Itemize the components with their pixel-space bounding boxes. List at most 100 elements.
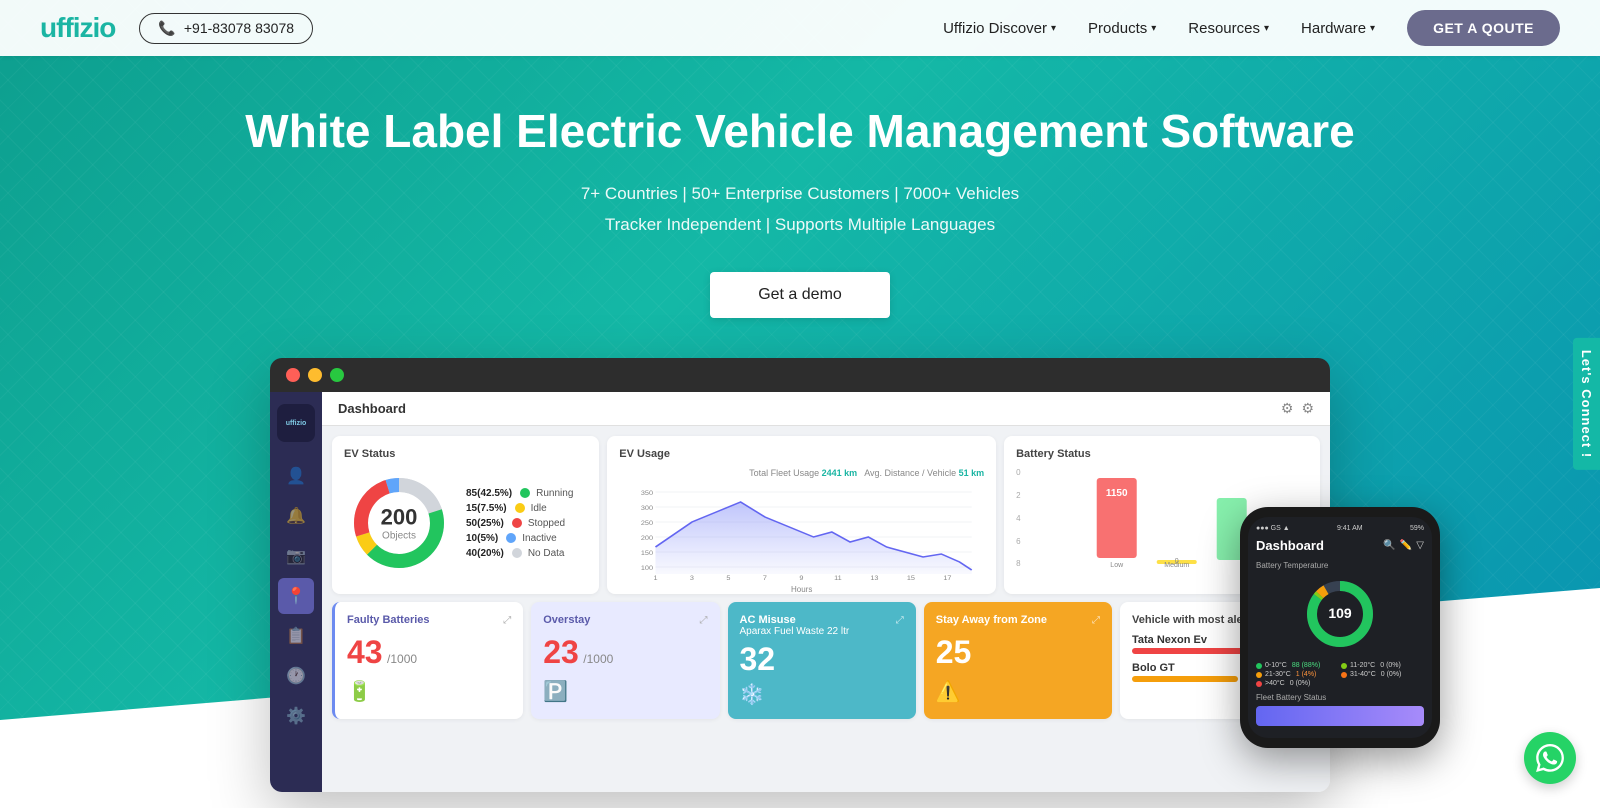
- mobile-signal: ●●● GS ▲: [1256, 525, 1290, 532]
- ac-value-area: 32: [740, 641, 904, 678]
- hero-title: White Label Electric Vehicle Management …: [245, 104, 1354, 159]
- sidebar-icon-user[interactable]: 👤: [278, 458, 314, 494]
- window-maximize-dot: [330, 368, 344, 382]
- ev-status-widget: EV Status: [332, 436, 599, 594]
- widgets-area: EV Status: [322, 426, 1330, 792]
- bottom-widgets-row: Faulty Batteries ⤢ 43 /1000 🔋: [332, 602, 1320, 719]
- faulty-expand[interactable]: ⤢: [503, 615, 511, 626]
- navbar-left: uffizio 📞 +91-83078 83078: [40, 12, 313, 44]
- nav-resources[interactable]: Resources ▾: [1188, 20, 1269, 37]
- mobile-legend-2: 21-30°C 1 (4%): [1256, 671, 1339, 678]
- mobile-header-icons: 🔍 ✏️ ▽: [1383, 540, 1424, 551]
- window-minimize-dot: [308, 368, 322, 382]
- ev-usage-widget: EV Usage Total Fleet Usage 2441 km Avg. …: [607, 436, 996, 594]
- svg-text:109: 109: [1328, 605, 1352, 621]
- ev-usage-chart: 350 300 250 200 150 100 1 3: [619, 482, 984, 582]
- ev-status-inner: 200 Objects 85(42.5%) Running: [344, 468, 587, 578]
- ev-total-label: Objects: [381, 531, 418, 542]
- svg-text:300: 300: [641, 506, 653, 512]
- top-widgets-row: EV Status: [332, 436, 1320, 594]
- sidebar-icon-settings[interactable]: ⚙️: [278, 698, 314, 734]
- sidebar-icon-camera[interactable]: 📷: [278, 538, 314, 574]
- stay-away-widget: Stay Away from Zone ⤢ 25 ⚠️: [924, 602, 1112, 719]
- ac-expand[interactable]: ⤢: [896, 615, 904, 626]
- svg-text:17: 17: [944, 576, 952, 582]
- sidebar-icon-bell[interactable]: 🔔: [278, 498, 314, 534]
- svg-text:11: 11: [834, 576, 842, 582]
- chevron-down-icon: ▾: [1151, 23, 1156, 34]
- sidebar-icon-list[interactable]: 📋: [278, 618, 314, 654]
- mobile-donut-area: 109: [1256, 574, 1424, 654]
- stay-value-area: 25: [936, 634, 1100, 671]
- overstay-sub: /1000: [583, 652, 613, 666]
- svg-text:3: 3: [690, 576, 694, 582]
- sidebar-icon-clock[interactable]: 🕐: [278, 658, 314, 694]
- chevron-down-icon: ▾: [1264, 23, 1269, 34]
- legend-inactive: 10(5%) Inactive: [466, 533, 573, 544]
- ev-donut-chart: 200 Objects: [344, 468, 454, 578]
- navbar: uffizio 📞 +91-83078 83078 Uffizio Discov…: [0, 0, 1600, 56]
- faulty-title: Faulty Batteries: [347, 614, 430, 626]
- ev-status-title: EV Status: [344, 448, 587, 460]
- nav-uffizio-discover[interactable]: Uffizio Discover ▾: [943, 20, 1056, 37]
- dashboard-title: Dashboard: [338, 401, 406, 416]
- ml-dot-1: [1341, 663, 1347, 669]
- get-quote-button[interactable]: GET A QOUTE: [1407, 10, 1560, 46]
- ev-usage-title: EV Usage: [619, 448, 984, 460]
- whatsapp-button[interactable]: [1524, 732, 1576, 784]
- legend-stopped: 50(25%) Stopped: [466, 518, 573, 529]
- svg-text:1: 1: [654, 576, 658, 582]
- mobile-battery: 59%: [1410, 525, 1424, 532]
- faulty-sub: /1000: [387, 652, 417, 666]
- stay-icon: ⚠️: [936, 679, 1100, 704]
- ml-dot-2: [1256, 672, 1262, 678]
- idle-dot: [515, 503, 525, 513]
- mobile-fleet-bar: [1256, 706, 1424, 726]
- battery-status-title: Battery Status: [1016, 448, 1308, 460]
- connect-sidebar[interactable]: Let's Connect !: [1573, 338, 1600, 470]
- settings-icon[interactable]: ⚙: [1301, 400, 1314, 417]
- window-bar: [270, 358, 1330, 392]
- filter-icon[interactable]: ⚙: [1281, 400, 1294, 417]
- svg-text:200: 200: [641, 536, 653, 542]
- overstay-icon: 🅿️: [543, 679, 707, 704]
- phone-button[interactable]: 📞 +91-83078 83078: [139, 13, 313, 44]
- phone-number: +91-83078 83078: [184, 20, 294, 36]
- mobile-status-bar: ●●● GS ▲ 9:41 AM 59%: [1256, 525, 1424, 532]
- sidebar-icon-map[interactable]: 📍: [278, 578, 314, 614]
- faulty-header: Faulty Batteries ⤢: [347, 614, 511, 626]
- dashboard-body: uffizio 👤 🔔 📷 📍 📋 🕐 ⚙️ Dashboard: [270, 392, 1330, 792]
- overstay-expand[interactable]: ⤢: [700, 615, 708, 626]
- navbar-right: Uffizio Discover ▾ Products ▾ Resources …: [943, 10, 1560, 46]
- dashboard-topbar: Dashboard ⚙ ⚙: [322, 392, 1330, 426]
- ac-value: 32: [740, 641, 776, 677]
- faulty-value: 43: [347, 634, 383, 670]
- faulty-batteries-widget: Faulty Batteries ⤢ 43 /1000 🔋: [332, 602, 523, 719]
- svg-text:13: 13: [871, 576, 879, 582]
- topbar-icons: ⚙ ⚙: [1281, 400, 1314, 417]
- ml-dot-4: [1256, 681, 1262, 687]
- mobile-mockup: ●●● GS ▲ 9:41 AM 59% Dashboard 🔍 ✏️ ▽ Ba…: [1240, 507, 1440, 748]
- mobile-edit-icon[interactable]: ✏️: [1400, 540, 1412, 551]
- mobile-filter-icon[interactable]: ▽: [1416, 540, 1424, 551]
- svg-text:1150: 1150: [1105, 488, 1127, 499]
- nav-products[interactable]: Products ▾: [1088, 20, 1156, 37]
- nav-hardware[interactable]: Hardware ▾: [1301, 20, 1375, 37]
- stay-expand[interactable]: ⤢: [1092, 615, 1100, 626]
- mobile-header: Dashboard 🔍 ✏️ ▽: [1256, 538, 1424, 553]
- svg-text:150: 150: [641, 551, 653, 557]
- logo: uffizio: [40, 12, 115, 44]
- ac-title: AC Misuse: [740, 614, 796, 626]
- ev-legend: 85(42.5%) Running 15(7.5%) Idle: [466, 488, 573, 559]
- demo-button[interactable]: Get a demo: [710, 272, 890, 318]
- svg-text:9: 9: [800, 576, 804, 582]
- overstay-header: Overstay ⤢: [543, 614, 707, 626]
- mobile-search-icon[interactable]: 🔍: [1383, 540, 1395, 551]
- ml-dot-3: [1341, 672, 1347, 678]
- mobile-legend-4: >40°C 0 (0%): [1256, 680, 1339, 687]
- mobile-battery-temp-label: Battery Temperature: [1256, 561, 1424, 570]
- stay-value: 25: [936, 634, 972, 670]
- overstay-widget: Overstay ⤢ 23 /1000 🅿️: [531, 602, 719, 719]
- ac-header: AC Misuse ⤢: [740, 614, 904, 626]
- mobile-screen: ●●● GS ▲ 9:41 AM 59% Dashboard 🔍 ✏️ ▽ Ba…: [1248, 517, 1432, 738]
